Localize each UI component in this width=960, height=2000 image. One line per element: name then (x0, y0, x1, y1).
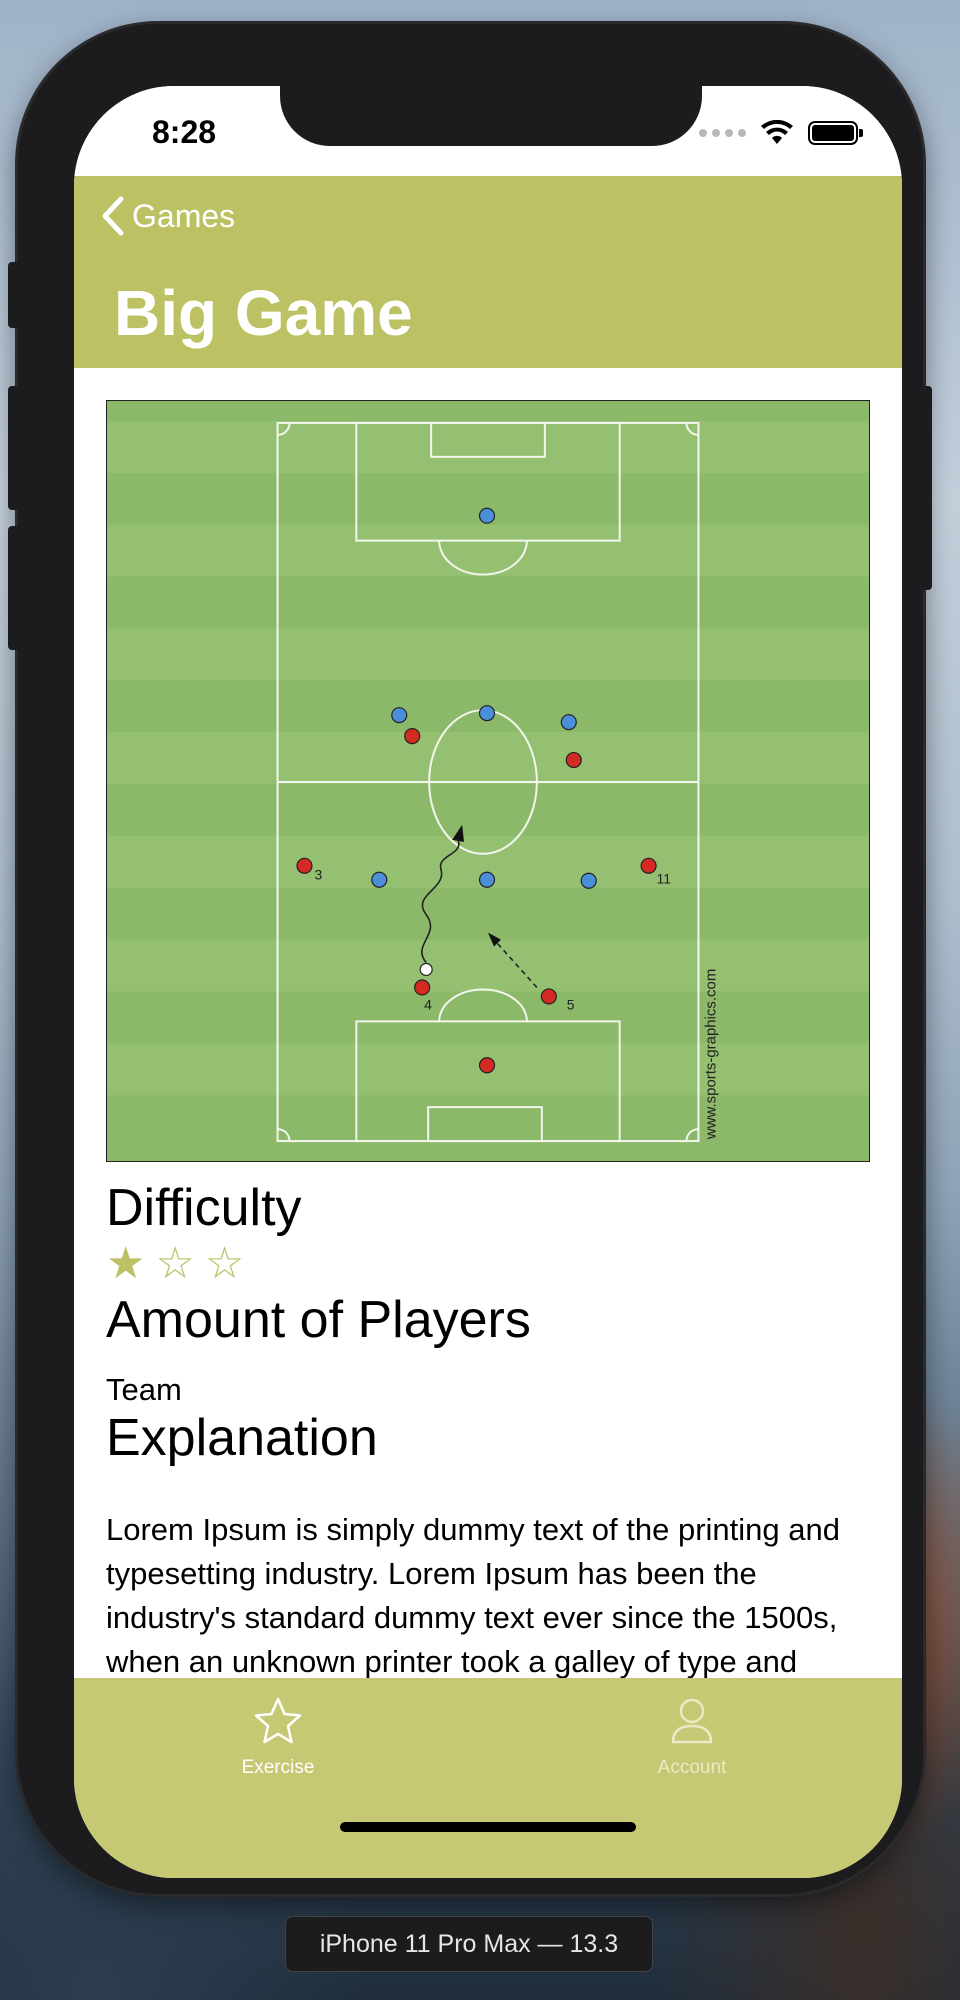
player-label: 3 (314, 867, 322, 883)
star-outline-icon: ☆ (204, 1239, 245, 1288)
notch (280, 86, 702, 146)
phone-frame: 8:28 Games Big Game 3 11 4 5 www.sports-… (18, 24, 923, 1894)
difficulty-heading: Difficulty (106, 1179, 302, 1237)
volume-down-button (8, 526, 20, 650)
star-icon (254, 1697, 302, 1744)
tab-account-label: Account (657, 1757, 727, 1778)
players-heading: Amount of Players (106, 1291, 531, 1349)
navigation-bar: Games Big Game (74, 176, 902, 368)
power-button (920, 386, 932, 590)
person-icon (671, 1698, 713, 1744)
silent-switch (8, 262, 20, 328)
player-label: 11 (657, 871, 672, 887)
player-label: 4 (424, 996, 432, 1012)
star-filled-icon: ★ (106, 1239, 146, 1288)
tab-bar: Exercise Account (74, 1678, 902, 1878)
signal-icon (699, 129, 746, 137)
players-value: Team (106, 1372, 182, 1407)
explanation-text: Lorem Ipsum is simply dummy text of the … (106, 1512, 840, 1678)
volume-up-button (8, 386, 20, 510)
phone-screen: 8:28 Games Big Game 3 11 4 5 www.sports-… (74, 86, 902, 1878)
chevron-left-icon (102, 196, 124, 236)
wifi-icon (761, 120, 793, 144)
back-button[interactable]: Games (100, 196, 235, 236)
back-button-label: Games (132, 197, 236, 234)
difficulty-rating: ★ ☆ ☆ (106, 1242, 244, 1286)
content-scroll[interactable]: 3 11 4 5 www.sports-graphics.com Difficu… (74, 368, 902, 1678)
tab-exercise-label: Exercise (241, 1757, 315, 1778)
home-indicator[interactable] (340, 1822, 636, 1832)
tab-exercise[interactable]: Exercise (178, 1696, 378, 1779)
status-time: 8:28 (152, 114, 217, 150)
page-title: Big Game (114, 277, 413, 349)
player-label: 5 (567, 996, 575, 1012)
status-icons (699, 120, 863, 146)
battery-icon (808, 121, 863, 145)
tactics-diagram: 3 11 4 5 www.sports-graphics.com (106, 400, 870, 1162)
tab-account[interactable]: Account (592, 1696, 792, 1779)
explanation-heading: Explanation (106, 1409, 378, 1467)
watermark: www.sports-graphics.com (702, 969, 719, 1140)
star-outline-icon: ☆ (155, 1239, 195, 1288)
simulator-label: iPhone 11 Pro Max — 13.3 (285, 1916, 653, 1972)
